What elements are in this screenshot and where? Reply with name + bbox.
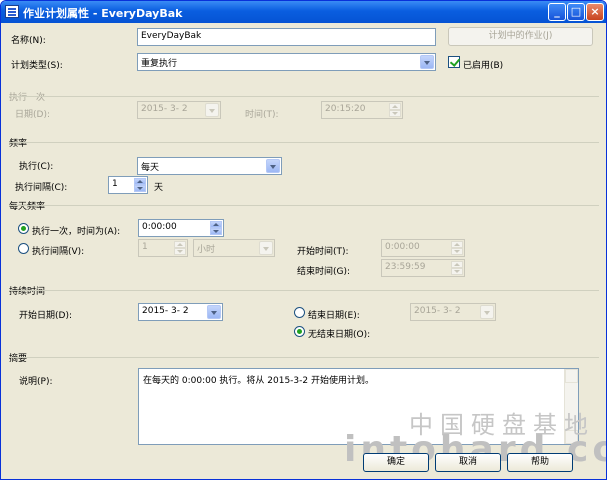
enabled-checkbox[interactable] — [448, 56, 460, 68]
daily-once-radio[interactable] — [18, 223, 29, 234]
execute-frequency-value: 每天 — [141, 163, 160, 173]
daily-once-label: 执行一次，时间为(A): — [32, 227, 121, 237]
start-date-value: 2015- 3- 2 — [142, 306, 189, 316]
daily-interval-unit-value: 小时 — [197, 245, 216, 255]
chevron-down-icon — [205, 103, 219, 117]
chevron-down-icon — [480, 305, 494, 319]
spinner-icon — [451, 241, 463, 255]
schedule-app-icon — [5, 5, 19, 18]
end-date-radio[interactable] — [294, 307, 305, 318]
cancel-button[interactable]: 取消 — [435, 453, 501, 472]
no-end-date-radio[interactable] — [294, 326, 305, 337]
maximize-icon: □ — [570, 5, 582, 18]
interval-value: 1 — [112, 179, 118, 189]
chevron-down-icon — [259, 241, 273, 255]
once-time-value: 20:15:20 — [325, 104, 366, 114]
spinner-icon — [451, 261, 463, 275]
maximize-button[interactable]: □ — [567, 3, 585, 21]
spinner-icon — [134, 178, 146, 192]
minimize-icon: _ — [554, 5, 560, 18]
enabled-label: 已启用(B) — [463, 61, 504, 71]
daily-start-label: 开始时间(T): — [297, 247, 349, 257]
once-date-value: 2015- 3- 2 — [141, 104, 188, 114]
name-input[interactable]: EveryDayBak — [137, 28, 436, 46]
daily-interval-value: 1 — [142, 242, 148, 252]
close-button[interactable]: × — [586, 3, 604, 21]
daily-start-value: 0:00:00 — [385, 242, 420, 252]
title-bar[interactable]: 作业计划属性 - EveryDayBak _ □ × — [1, 1, 606, 23]
daily-end-input[interactable]: 23:59:59 — [381, 259, 465, 277]
once-date-picker[interactable]: 2015- 3- 2 — [137, 101, 221, 119]
start-date-label: 开始日期(D): — [19, 311, 72, 321]
daily-interval-input[interactable]: 1 — [138, 239, 188, 257]
daily-interval-label: 执行间隔(V): — [32, 247, 85, 257]
group-summary: 摘要 — [9, 351, 599, 364]
window-title: 作业计划属性 - EveryDayBak — [23, 7, 183, 20]
daily-once-time-input[interactable]: 0:00:00 — [138, 219, 224, 237]
daily-end-label: 结束时间(G): — [297, 267, 351, 277]
spinner-icon — [174, 241, 186, 255]
daily-end-value: 23:59:59 — [385, 262, 426, 272]
description-text: 在每天的 0:00:00 执行。将从 2015-3-2 开始使用计划。 — [143, 376, 374, 386]
daily-interval-unit-select[interactable]: 小时 — [193, 239, 275, 257]
minimize-button[interactable]: _ — [548, 3, 566, 21]
once-date-label: 日期(D): — [15, 110, 50, 120]
once-time-input[interactable]: 20:15:20 — [321, 101, 403, 119]
schedule-type-value: 重复执行 — [141, 59, 178, 69]
spinner-icon — [389, 103, 401, 117]
group-frequency: 频率 — [9, 136, 599, 149]
spinner-icon — [210, 221, 222, 235]
group-daily-frequency: 每天频率 — [9, 199, 599, 212]
execute-frequency-select[interactable]: 每天 — [137, 157, 282, 175]
daily-once-time-value: 0:00:00 — [142, 222, 177, 232]
chevron-down-icon — [266, 159, 280, 173]
start-date-picker[interactable]: 2015- 3- 2 — [138, 303, 223, 321]
interval-label: 执行间隔(C): — [15, 183, 68, 193]
chevron-down-icon — [207, 305, 221, 319]
interval-input[interactable]: 1 — [108, 176, 148, 194]
once-time-label: 时间(T): — [245, 110, 279, 120]
end-date-picker[interactable]: 2015- 3- 2 — [410, 303, 496, 321]
close-icon: × — [590, 5, 600, 18]
name-label: 名称(N): — [11, 36, 46, 46]
end-date-value: 2015- 3- 2 — [414, 306, 461, 316]
description-label: 说明(P): — [19, 377, 53, 387]
jobs-in-schedule-button[interactable]: 计划中的作业(J) — [448, 27, 593, 46]
daily-interval-radio[interactable] — [18, 243, 29, 254]
group-duration: 持续时间 — [9, 284, 599, 297]
ok-button[interactable]: 确定 — [363, 453, 429, 472]
help-button[interactable]: 帮助 — [507, 453, 573, 472]
schedule-type-label: 计划类型(S): — [11, 61, 63, 71]
job-schedule-dialog: 作业计划属性 - EveryDayBak _ □ × 名称(N): EveryD… — [0, 0, 607, 480]
execute-label: 执行(C): — [19, 162, 54, 172]
daily-start-input[interactable]: 0:00:00 — [381, 239, 465, 257]
group-execute-once: 执行一次 — [9, 90, 599, 103]
chevron-down-icon — [420, 55, 434, 69]
schedule-type-select[interactable]: 重复执行 — [137, 53, 436, 71]
interval-unit: 天 — [154, 183, 164, 193]
end-date-label: 结束日期(E): — [308, 311, 360, 321]
no-end-date-label: 无结束日期(O): — [308, 330, 371, 340]
